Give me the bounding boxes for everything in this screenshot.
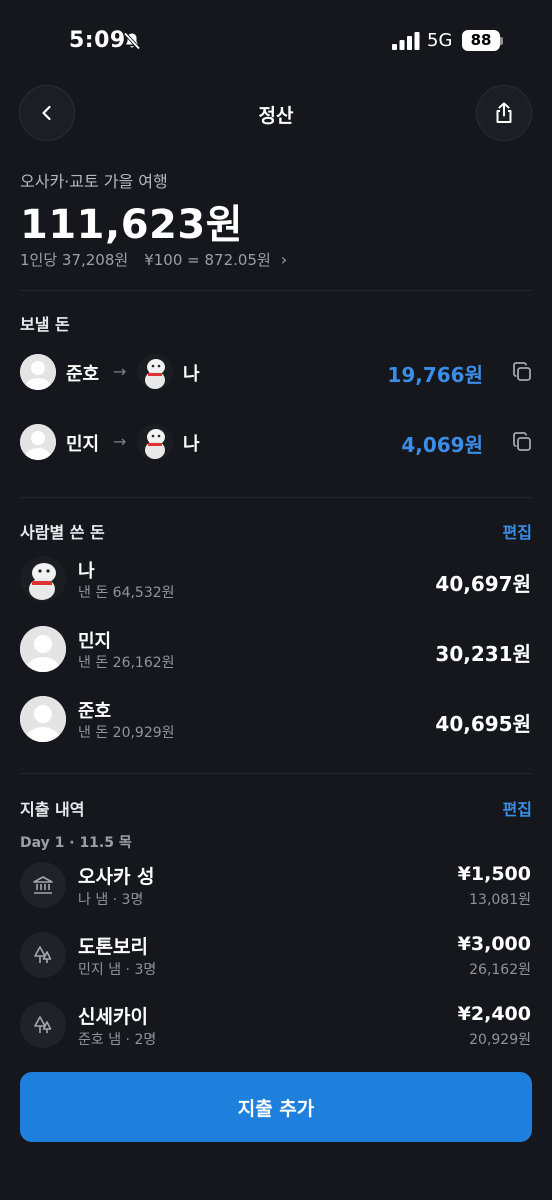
person-amount: 40,695원 xyxy=(435,712,531,736)
expense-krw: 13,081원 xyxy=(469,892,531,908)
person-name: 나 xyxy=(78,561,95,582)
divider xyxy=(20,773,532,774)
avatar xyxy=(20,626,66,672)
share-icon xyxy=(496,102,512,123)
transfer-to: 나 xyxy=(183,364,200,385)
expense-icon-circle xyxy=(20,862,66,908)
expense-krw: 26,162원 xyxy=(469,962,531,978)
per-person-amount: 1인당 37,208원 xyxy=(20,251,129,269)
edit-by-person-link[interactable]: 편집 xyxy=(503,519,532,543)
battery-level: 88 xyxy=(462,30,500,51)
transfer-amount: 4,069원 xyxy=(401,433,483,457)
transfer-to: 나 xyxy=(183,434,200,455)
trip-name: 오사카·교토 가을 여행 xyxy=(20,172,168,191)
day-label: Day 1 · 11.5 목 xyxy=(20,835,132,851)
add-expense-button[interactable]: 지출 추가 xyxy=(20,1072,532,1142)
battery-cap xyxy=(500,37,503,45)
expense-meta: 나 냄 · 3명 xyxy=(78,892,144,908)
expense-name: 신세카이 xyxy=(78,1006,148,1028)
expense-krw: 20,929원 xyxy=(469,1032,531,1048)
arrow-right-icon: → xyxy=(113,362,127,381)
transfer-from: 준호 xyxy=(66,364,100,385)
avatar xyxy=(20,354,56,390)
by-person-title: 사람별 쓴 돈 xyxy=(20,523,105,542)
copy-icon[interactable] xyxy=(511,361,533,383)
expense-icon-circle xyxy=(20,1002,66,1048)
person-paid: 낸 돈 26,162원 xyxy=(78,655,175,671)
person-amount: 30,231원 xyxy=(435,642,531,666)
edit-expenses-link[interactable]: 편집 xyxy=(503,796,532,820)
avatar-me xyxy=(137,424,173,460)
avatar-me xyxy=(137,354,173,390)
avatar xyxy=(20,424,56,460)
arrow-right-icon: → xyxy=(113,432,127,451)
status-time: 5:09 xyxy=(69,28,126,53)
copy-icon[interactable] xyxy=(511,431,533,453)
transfer-amount: 19,766원 xyxy=(387,363,483,387)
person-amount: 40,697원 xyxy=(435,572,531,596)
chevron-right-icon: › xyxy=(280,250,288,269)
bell-off-icon xyxy=(123,32,141,50)
expense-icon-circle xyxy=(20,932,66,978)
total-amount: 111,623원 xyxy=(20,202,243,248)
person-paid: 낸 돈 20,929원 xyxy=(78,725,175,741)
divider xyxy=(20,497,532,498)
transfer-from: 민지 xyxy=(66,434,100,455)
signal-icon xyxy=(392,32,420,50)
trees-icon xyxy=(34,946,52,963)
avatar-me xyxy=(20,556,66,602)
expense-meta: 준호 냄 · 2명 xyxy=(78,1032,157,1048)
summary-meta[interactable]: 1인당 37,208원 ¥100 = 872.05원 › xyxy=(20,249,287,270)
share-button[interactable] xyxy=(476,85,532,141)
divider xyxy=(20,290,532,291)
expense-meta: 민지 냄 · 3명 xyxy=(78,962,157,978)
landmark-icon xyxy=(33,876,53,894)
person-name: 준호 xyxy=(78,701,112,722)
expense-amount: ¥2,400 xyxy=(457,1003,531,1025)
page-title: 정산 xyxy=(258,105,294,127)
expense-amount: ¥3,000 xyxy=(457,933,531,955)
transfers-title: 보낼 돈 xyxy=(20,315,70,334)
person-name: 민지 xyxy=(78,631,112,652)
trees-icon xyxy=(34,1016,52,1033)
expense-name: 오사카 성 xyxy=(78,866,155,888)
network-type: 5G xyxy=(427,30,453,51)
expenses-title: 지출 내역 xyxy=(20,800,85,819)
status-bar: 5:09 5G 88 xyxy=(0,0,552,80)
expense-name: 도톤보리 xyxy=(78,936,148,958)
exchange-rate: ¥100 = 872.05원 xyxy=(144,251,271,269)
person-paid: 낸 돈 64,532원 xyxy=(78,585,175,601)
avatar xyxy=(20,696,66,742)
expense-amount: ¥1,500 xyxy=(457,863,531,885)
